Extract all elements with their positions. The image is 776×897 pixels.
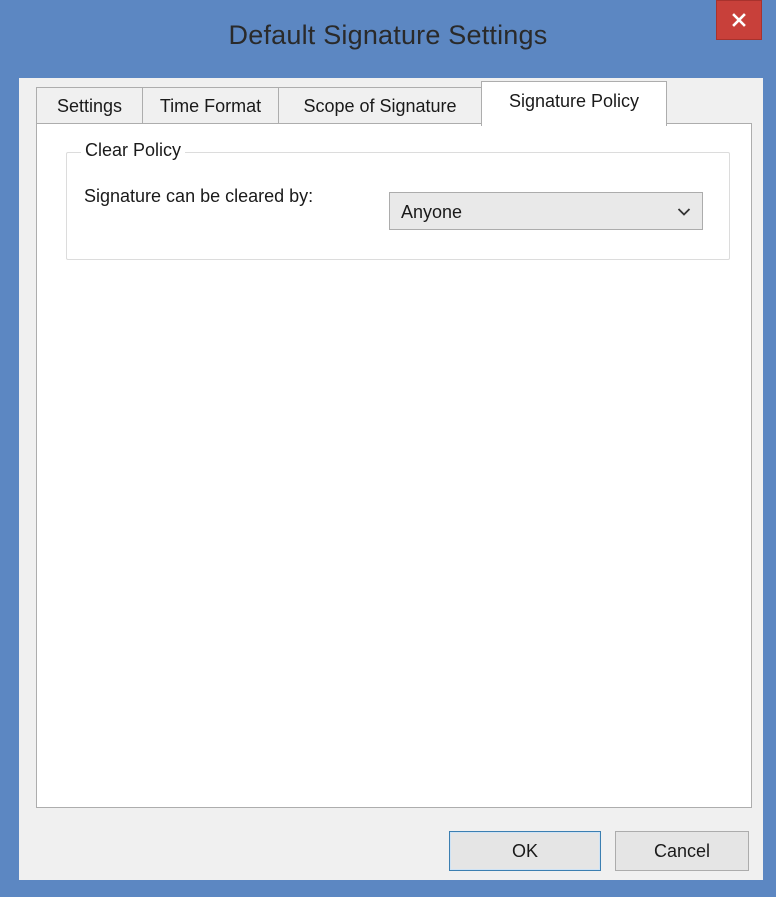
dialog-window: Default Signature Settings Settings Time… [0,0,776,897]
cleared-by-dropdown[interactable]: Anyone [389,192,703,230]
clear-policy-group: Clear Policy Signature can be cleared by… [66,140,730,260]
close-button[interactable] [716,0,762,40]
chevron-down-icon [677,208,691,216]
title-bar[interactable]: Default Signature Settings [0,0,776,78]
tab-label: Settings [56,95,123,116]
tab-label: Time Format [159,95,262,116]
close-icon [732,13,746,27]
dialog-client-area: Settings Time Format Scope of Signature … [19,78,763,880]
ok-button[interactable]: OK [449,831,601,871]
tab-time-format[interactable]: Time Format [142,87,279,124]
group-title: Clear Policy [81,140,186,161]
tab-label: Signature Policy [508,91,640,111]
dropdown-selected-value: Anyone [401,202,463,222]
tab-label: Scope of Signature [303,95,457,116]
cancel-button[interactable]: Cancel [615,831,749,871]
cleared-by-label: Signature can be cleared by: [84,186,314,206]
signature-policy-panel: Clear Policy Signature can be cleared by… [36,123,752,808]
window-title: Default Signature Settings [228,20,548,50]
tab-signature-policy[interactable]: Signature Policy [481,81,667,126]
tab-settings[interactable]: Settings [36,87,143,124]
tab-scope-of-signature[interactable]: Scope of Signature [278,87,482,124]
